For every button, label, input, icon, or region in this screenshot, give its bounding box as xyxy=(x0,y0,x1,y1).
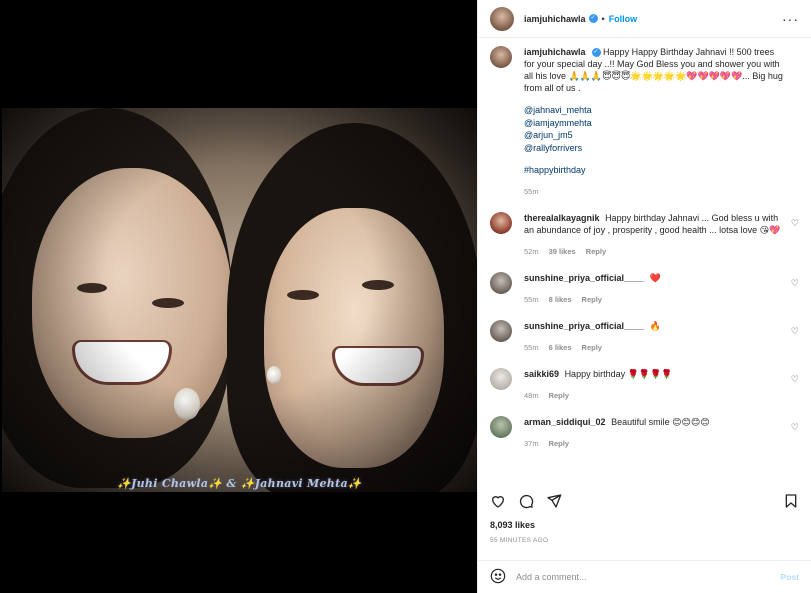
likes-count[interactable]: 8,093 likes xyxy=(490,520,535,530)
header-username[interactable]: iamjuhichawla xyxy=(524,14,586,24)
comment-bubble-icon[interactable] xyxy=(518,493,534,509)
reply-button[interactable]: Reply xyxy=(586,246,606,258)
caption-time: 55m xyxy=(524,187,539,196)
reply-button[interactable]: Reply xyxy=(549,438,569,450)
comment-text: ❤️ xyxy=(649,273,661,283)
comment-time: 48m xyxy=(524,391,539,400)
photo-vignette xyxy=(2,108,477,492)
photo-caption: ✨Juhi Chawla✨ & ✨Jahnavi Mehta✨ xyxy=(117,477,362,490)
post-photo[interactable]: ✨Juhi Chawla✨ & ✨Jahnavi Mehta✨ xyxy=(2,108,477,492)
comment-username[interactable]: sunshine_priya_official____ xyxy=(524,273,644,283)
post-timestamp: 55 MINUTES AGO xyxy=(490,537,549,544)
paper-plane-icon[interactable] xyxy=(546,493,562,509)
verified-badge-icon: ✓ xyxy=(588,14,598,23)
mention-link[interactable]: @jahnavi_mehta xyxy=(524,104,786,117)
post-modal: ✨Juhi Chawla✨ & ✨Jahnavi Mehta✨ iamjuhic… xyxy=(0,0,811,593)
comment-time: 55m xyxy=(524,295,539,304)
avatar[interactable] xyxy=(490,416,512,438)
comments-list[interactable]: iamjuhichawla ✓ Happy Happy Birthday Jahn… xyxy=(478,46,811,482)
avatar[interactable] xyxy=(490,46,512,68)
comment-likes[interactable]: 39 likes xyxy=(549,246,576,258)
heart-outline-icon[interactable] xyxy=(490,493,506,509)
heart-outline-icon[interactable]: ♡ xyxy=(791,374,799,385)
mention-link[interactable]: @rallyforrivers xyxy=(524,142,786,155)
separator-dot: • xyxy=(601,13,605,24)
mention-link[interactable]: @arjun_jm5 xyxy=(524,129,786,142)
comment-item: sunshine_priya_official____ ❤️ 55m 8 lik… xyxy=(490,272,799,306)
reply-button[interactable]: Reply xyxy=(582,294,602,306)
comment-item: therealalkayagnik Happy birthday Jahnavi… xyxy=(490,212,799,258)
heart-outline-icon[interactable]: ♡ xyxy=(791,218,799,229)
comment-username[interactable]: saikki69 xyxy=(524,369,559,379)
avatar[interactable] xyxy=(490,368,512,390)
mention-link[interactable]: @iamjaymmehta xyxy=(524,117,786,130)
post-caption: iamjuhichawla ✓ Happy Happy Birthday Jahn… xyxy=(490,46,799,198)
comment-username[interactable]: therealalkayagnik xyxy=(524,213,600,223)
verified-badge-icon: ✓ xyxy=(591,48,601,58)
comment-text: Beautiful smile 😊😊😊😊 xyxy=(611,417,710,427)
caption-username[interactable]: iamjuhichawla xyxy=(524,47,586,57)
heart-outline-icon[interactable]: ♡ xyxy=(791,326,799,337)
comment-input[interactable] xyxy=(516,572,781,582)
comment-username[interactable]: sunshine_priya_official____ xyxy=(524,321,644,331)
heart-outline-icon[interactable]: ♡ xyxy=(791,278,799,289)
comment-username[interactable]: arman_siddiqui_02 xyxy=(524,417,606,427)
bookmark-icon[interactable] xyxy=(783,493,799,509)
details-pane: iamjuhichawla ✓ • Follow ··· iamjuhichaw… xyxy=(477,0,811,593)
smiley-icon[interactable] xyxy=(490,568,506,586)
hashtag-link[interactable]: #happybirthday xyxy=(524,164,786,176)
follow-button[interactable]: Follow xyxy=(609,14,638,24)
comment-time: 55m xyxy=(524,343,539,352)
reply-button[interactable]: Reply xyxy=(582,342,602,354)
comment-item: saikki69 Happy birthday 🌹🌹🌹🌹 48m Reply ♡ xyxy=(490,368,799,402)
more-options-icon[interactable]: ··· xyxy=(782,11,799,27)
avatar[interactable] xyxy=(490,212,512,234)
comment-item: sunshine_priya_official____ 🔥 55m 6 like… xyxy=(490,320,799,354)
avatar[interactable] xyxy=(490,320,512,342)
post-actions xyxy=(478,490,811,512)
media-pane: ✨Juhi Chawla✨ & ✨Jahnavi Mehta✨ xyxy=(0,0,477,593)
comment-composer: Post xyxy=(478,560,811,593)
avatar[interactable] xyxy=(490,6,514,31)
avatar[interactable] xyxy=(490,272,512,294)
comment-likes[interactable]: 8 likes xyxy=(549,294,572,306)
post-header: iamjuhichawla ✓ • Follow ··· xyxy=(478,0,811,38)
comment-likes[interactable]: 6 likes xyxy=(549,342,572,354)
heart-outline-icon[interactable]: ♡ xyxy=(791,422,799,433)
reply-button[interactable]: Reply xyxy=(549,390,569,402)
comment-time: 52m xyxy=(524,247,539,256)
comment-item: arman_siddiqui_02 Beautiful smile 😊😊😊😊 3… xyxy=(490,416,799,450)
comment-time: 37m xyxy=(524,439,539,448)
comment-text: Happy birthday 🌹🌹🌹🌹 xyxy=(564,369,673,379)
post-comment-button[interactable]: Post xyxy=(781,572,799,582)
comment-text: 🔥 xyxy=(649,321,661,331)
